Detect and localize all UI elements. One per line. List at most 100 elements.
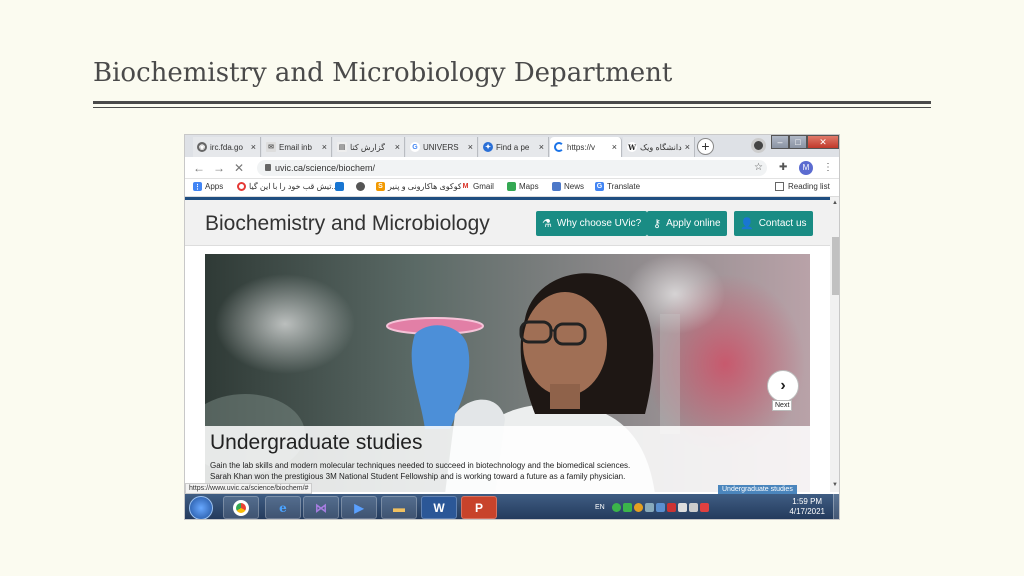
google-icon: G bbox=[410, 142, 420, 152]
ie-icon[interactable]: e bbox=[265, 496, 301, 519]
back-button[interactable]: ← bbox=[193, 161, 205, 175]
bookmark-chrome[interactable] bbox=[356, 182, 368, 191]
translate-icon: G bbox=[595, 182, 604, 191]
tray-icon[interactable] bbox=[622, 503, 632, 512]
button-label: Contact us bbox=[758, 218, 807, 229]
target-icon bbox=[237, 182, 246, 191]
window-close-button[interactable]: ✕ bbox=[807, 135, 839, 149]
network-icon[interactable] bbox=[677, 503, 687, 512]
hero-carousel: › Next Undergraduate studies Gain the la… bbox=[205, 254, 810, 492]
hero-heading[interactable]: Undergraduate studies bbox=[210, 431, 422, 455]
lock-icon[interactable] bbox=[265, 164, 271, 171]
powerpoint-icon[interactable]: P bbox=[461, 496, 497, 519]
reading-list[interactable]: Reading list bbox=[775, 182, 830, 191]
tab-label: دانشگاه ویک bbox=[640, 142, 682, 152]
browser-screenshot: ◉ irc.fda.go × ✉ Email inb × ▤ گزارش کتا… bbox=[184, 134, 840, 520]
tray-icon[interactable] bbox=[655, 503, 665, 512]
bookmark-label: Apps bbox=[205, 182, 224, 191]
why-choose-uvic-button[interactable]: ⚗ Why choose UVic? bbox=[536, 211, 648, 236]
tab-universities[interactable]: G UNIVERS × bbox=[406, 137, 478, 157]
close-icon[interactable]: × bbox=[251, 142, 256, 152]
chrome-icon[interactable] bbox=[223, 496, 259, 519]
tab-wikipedia[interactable]: W دانشگاه ویک × bbox=[623, 137, 695, 157]
menu-icon[interactable]: ⋮ bbox=[823, 162, 833, 173]
tab-find-person[interactable]: ✦ Find a pe × bbox=[479, 137, 549, 157]
site-title[interactable]: Biochemistry and Microbiology bbox=[205, 212, 490, 236]
start-button[interactable] bbox=[189, 496, 213, 519]
close-icon[interactable]: × bbox=[539, 142, 544, 152]
bookmark-translate[interactable]: G Translate bbox=[595, 182, 640, 191]
bookmark-news[interactable]: News bbox=[552, 182, 584, 191]
close-icon[interactable]: × bbox=[395, 142, 400, 152]
tab-label: irc.fda.go bbox=[210, 142, 243, 152]
mail-icon: ✉ bbox=[266, 142, 276, 152]
close-icon[interactable]: × bbox=[612, 142, 617, 152]
tab-uvic-active[interactable]: https://v × bbox=[550, 137, 622, 157]
button-label: Apply online bbox=[666, 218, 721, 229]
bookmark-gmail[interactable]: M Gmail bbox=[461, 182, 494, 191]
record-icon[interactable] bbox=[751, 138, 766, 153]
bookmark-persian-1[interactable]: تیش قب خود را با این گیا... bbox=[237, 182, 338, 191]
system-tray: EN bbox=[595, 494, 710, 519]
show-desktop-button[interactable] bbox=[833, 494, 839, 519]
visual-studio-icon[interactable]: ⋈ bbox=[303, 496, 339, 519]
button-label: Why choose UVic? bbox=[556, 218, 642, 229]
bookmark-label: تیش قب خود را با این گیا... bbox=[249, 182, 338, 191]
hero-line-1: Gain the lab skills and modern molecular… bbox=[210, 461, 631, 470]
forward-button[interactable]: → bbox=[213, 161, 225, 175]
person-icon: 👤 bbox=[740, 218, 754, 230]
tab-label: https://v bbox=[567, 142, 596, 152]
word-icon[interactable]: W bbox=[421, 496, 457, 519]
tray-icon[interactable] bbox=[611, 503, 621, 512]
carousel-next-button[interactable]: › bbox=[767, 370, 799, 402]
close-icon[interactable]: × bbox=[322, 142, 327, 152]
tab-irc-fda[interactable]: ◉ irc.fda.go × bbox=[193, 137, 261, 157]
bookmark-maps[interactable]: Maps bbox=[507, 182, 539, 191]
apply-online-button[interactable]: ⚷ Apply online bbox=[647, 211, 727, 236]
stop-button[interactable]: ✕ bbox=[234, 161, 244, 175]
slide-title: Biochemistry and Microbiology Department bbox=[93, 58, 673, 88]
taskbar-clock[interactable]: 1:59 PM 4/17/2021 bbox=[789, 497, 825, 517]
maximize-button[interactable]: □ bbox=[789, 135, 807, 149]
title-rule-thick bbox=[93, 101, 931, 104]
folder-icon[interactable]: ▬ bbox=[381, 496, 417, 519]
reading-list-label: Reading list bbox=[788, 182, 830, 191]
maps-icon bbox=[507, 182, 516, 191]
clock-time: 1:59 PM bbox=[792, 497, 823, 506]
new-tab-button[interactable]: + bbox=[697, 138, 714, 155]
close-icon[interactable]: × bbox=[468, 142, 473, 152]
scroll-down-icon[interactable]: ▼ bbox=[832, 482, 838, 488]
scroll-thumb[interactable] bbox=[832, 237, 839, 295]
url-input[interactable]: uvic.ca/science/biochem/ bbox=[257, 160, 767, 176]
tab-email[interactable]: ✉ Email inb × bbox=[262, 137, 332, 157]
minimize-button[interactable]: – bbox=[771, 135, 789, 149]
window-controls: – □ ✕ bbox=[771, 135, 839, 149]
bookmark-apps[interactable]: ⋮ Apps bbox=[193, 182, 223, 191]
tray-icon[interactable] bbox=[644, 503, 654, 512]
tray-icon[interactable] bbox=[633, 503, 643, 512]
volume-icon[interactable] bbox=[688, 503, 698, 512]
web-page: Biochemistry and Microbiology ⚗ Why choo… bbox=[185, 197, 830, 492]
tray-icon[interactable] bbox=[699, 503, 709, 512]
gmail-icon: M bbox=[461, 182, 470, 191]
page-scrollbar[interactable]: ▲ ▼ bbox=[830, 197, 839, 492]
scroll-up-icon[interactable]: ▲ bbox=[832, 200, 838, 206]
language-indicator[interactable]: EN bbox=[595, 504, 605, 511]
bookmark-blue[interactable] bbox=[335, 182, 347, 191]
media-icon[interactable]: ▶ bbox=[341, 496, 377, 519]
tab-label: UNIVERS bbox=[423, 142, 459, 152]
star-icon[interactable]: ☆ bbox=[754, 162, 763, 173]
key-icon: ⚷ bbox=[653, 218, 662, 230]
person-icon: ✦ bbox=[483, 142, 493, 152]
flask-icon: ⚗ bbox=[542, 218, 552, 230]
bookmark-label: News bbox=[564, 182, 585, 191]
extensions-icon[interactable]: ✚ bbox=[779, 162, 787, 173]
clock-date: 4/17/2021 bbox=[789, 507, 825, 516]
bookmark-blue-icon bbox=[335, 182, 344, 191]
contact-us-button[interactable]: 👤 Contact us bbox=[734, 211, 813, 236]
profile-avatar[interactable]: M bbox=[799, 161, 813, 175]
bookmark-persian-2[interactable]: S کوکوی هاکارونی و پنیر bbox=[376, 182, 462, 191]
flag-icon[interactable] bbox=[666, 503, 676, 512]
close-icon[interactable]: × bbox=[685, 142, 690, 152]
tab-report[interactable]: ▤ گزارش کتا × bbox=[333, 137, 405, 157]
